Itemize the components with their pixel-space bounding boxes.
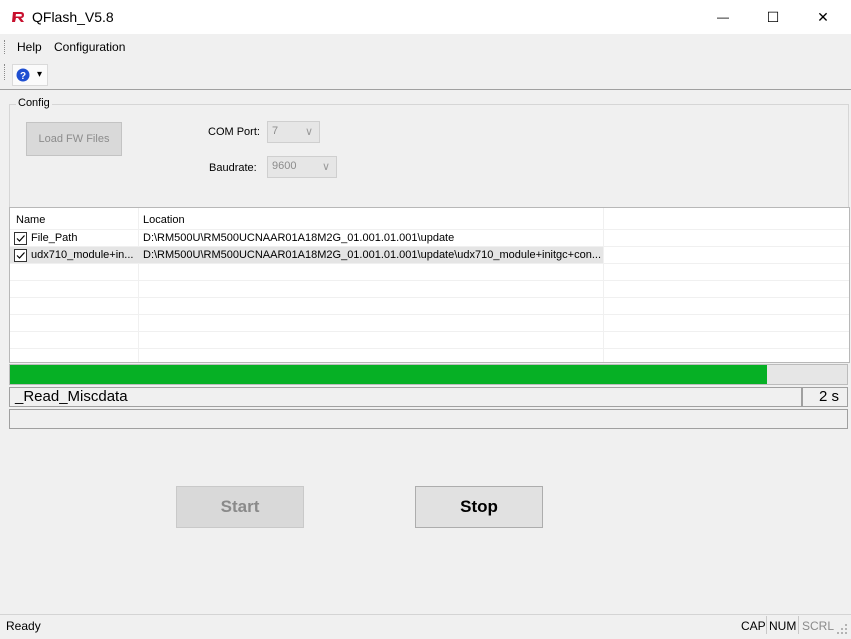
- column-header-location[interactable]: Location: [143, 214, 185, 226]
- row-name: File_Path: [31, 232, 78, 244]
- toolbar-dropdown-icon[interactable]: ▾: [37, 69, 42, 80]
- table-row[interactable]: File_Path D:\RM500U\RM500UCNAAR01A18M2G_…: [10, 230, 849, 246]
- status-bar: [0, 614, 851, 639]
- elapsed-time: 2 s: [802, 387, 848, 407]
- minimize-icon: —: [717, 10, 729, 24]
- row-divider: [10, 331, 849, 332]
- row-divider: [10, 314, 849, 315]
- chevron-down-icon: ∨: [321, 161, 330, 173]
- config-legend: Config: [16, 97, 52, 109]
- row-checkbox[interactable]: [14, 249, 27, 262]
- row-location: D:\RM500U\RM500UCNAAR01A18M2G_01.001.01.…: [143, 232, 455, 244]
- message-field: [9, 409, 848, 429]
- qflash-logo-icon: [12, 12, 24, 22]
- table-row[interactable]: udx710_module+in... D:\RM500U\RM500UCNAA…: [10, 247, 603, 263]
- close-icon: ✕: [817, 8, 829, 25]
- resize-grip-icon[interactable]: [836, 623, 848, 635]
- caps-lock-indicator: CAP: [741, 619, 766, 633]
- row-checkbox[interactable]: [14, 232, 27, 245]
- chevron-down-icon: ∨: [304, 126, 313, 138]
- load-fw-files-button[interactable]: Load FW Files: [26, 122, 122, 156]
- stop-button[interactable]: Stop: [415, 486, 543, 528]
- row-location: D:\RM500U\RM500UCNAAR01A18M2G_01.001.01.…: [143, 249, 601, 261]
- row-name: udx710_module+in...: [31, 249, 134, 261]
- progress-status-text: _Read_Miscdata: [9, 387, 802, 407]
- check-icon: [16, 235, 25, 242]
- com-port-value: 7: [272, 125, 279, 137]
- toolbar-grip: [4, 64, 7, 80]
- menu-configuration[interactable]: Configuration: [54, 40, 125, 54]
- baudrate-select[interactable]: 9600 ∨: [267, 156, 337, 178]
- row-divider: [10, 263, 849, 264]
- column-header-name[interactable]: Name: [16, 214, 45, 226]
- status-divider: [766, 616, 767, 634]
- help-icon[interactable]: ?: [15, 67, 31, 83]
- menu-help[interactable]: Help: [17, 40, 42, 54]
- row-divider: [10, 280, 849, 281]
- config-group: [9, 104, 849, 208]
- baudrate-label: Baudrate:: [209, 162, 257, 174]
- row-divider: [10, 297, 849, 298]
- num-lock-indicator: NUM: [769, 619, 797, 633]
- menu-grip: [4, 40, 7, 54]
- toolbar: [0, 58, 851, 90]
- check-icon: [16, 252, 25, 259]
- com-port-label: COM Port:: [208, 126, 260, 138]
- menu-bar: [0, 35, 851, 58]
- baudrate-value: 9600: [272, 160, 297, 172]
- status-ready: Ready: [6, 619, 41, 633]
- start-button[interactable]: Start: [176, 486, 304, 528]
- maximize-icon: ☐: [766, 8, 780, 25]
- close-button[interactable]: ✕: [800, 0, 846, 34]
- window-title: QFlash_V5.8: [32, 9, 114, 25]
- maximize-button[interactable]: ☐: [750, 0, 796, 34]
- minimize-button[interactable]: —: [700, 0, 746, 34]
- svg-text:?: ?: [20, 71, 26, 82]
- progress-fill: [10, 365, 767, 384]
- row-divider: [10, 348, 849, 349]
- progress-bar: [9, 364, 848, 385]
- file-list[interactable]: Name Location File_Path D:\RM500U\RM500U…: [9, 207, 850, 363]
- scroll-lock-indicator: SCRL: [802, 619, 835, 633]
- com-port-select[interactable]: 7 ∨: [267, 121, 320, 143]
- status-divider: [798, 616, 799, 634]
- toolbar-help-group[interactable]: ? ▾: [12, 64, 48, 86]
